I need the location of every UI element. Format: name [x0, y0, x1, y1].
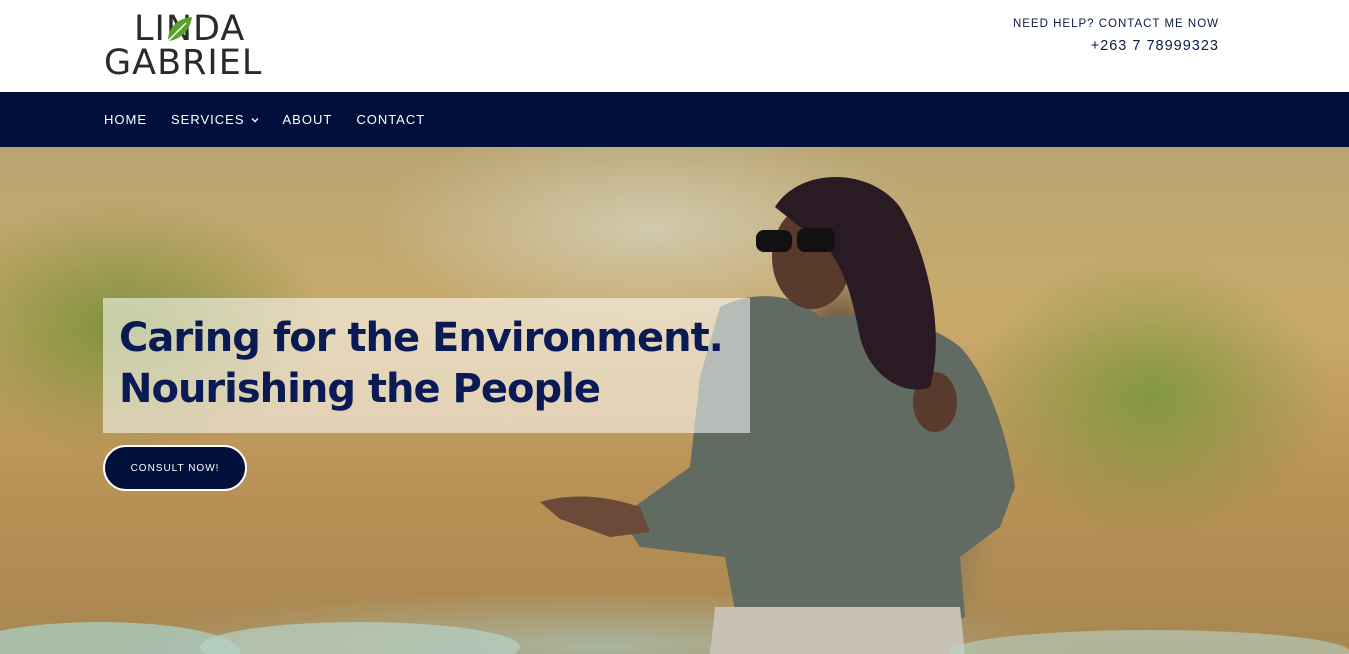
- nav-item-home[interactable]: HOME: [104, 112, 147, 127]
- leaf-icon: [167, 17, 192, 42]
- nav-item-label: ABOUT: [282, 112, 333, 127]
- phone-number[interactable]: +263 7 78999323: [1013, 38, 1219, 54]
- main-nav: HOME SERVICES ABOUT CONTACT: [0, 92, 1349, 147]
- logo-line-2: GABRIEL: [104, 43, 263, 83]
- hero-banner: Caring for the Environment. Nourishing t…: [0, 147, 1349, 654]
- headline-line-1: Caring for the Environment.: [119, 315, 724, 361]
- hero-headline: Caring for the Environment. Nourishing t…: [119, 313, 759, 415]
- help-label: NEED HELP? CONTACT ME NOW: [1012, 18, 1219, 30]
- site-header: LINDA GABRIEL NEED HELP? CONTACT ME NOW …: [0, 0, 1349, 92]
- headline-line-2: Nourishing the People: [119, 366, 601, 412]
- chevron-down-icon: [251, 117, 259, 122]
- nav-item-contact[interactable]: CONTACT: [356, 112, 425, 127]
- nav-item-services[interactable]: SERVICES: [171, 112, 259, 127]
- nav-item-about[interactable]: ABOUT: [283, 112, 333, 127]
- contact-info: NEED HELP? CONTACT ME NOW +263 7 7899932…: [1013, 18, 1219, 54]
- nav-item-label: CONTACT: [356, 112, 426, 127]
- nav-item-label: SERVICES: [171, 112, 245, 127]
- site-logo[interactable]: LINDA GABRIEL: [104, 11, 292, 81]
- nav-item-label: HOME: [104, 112, 147, 127]
- consult-now-button[interactable]: CONSULT NOW!: [103, 445, 247, 491]
